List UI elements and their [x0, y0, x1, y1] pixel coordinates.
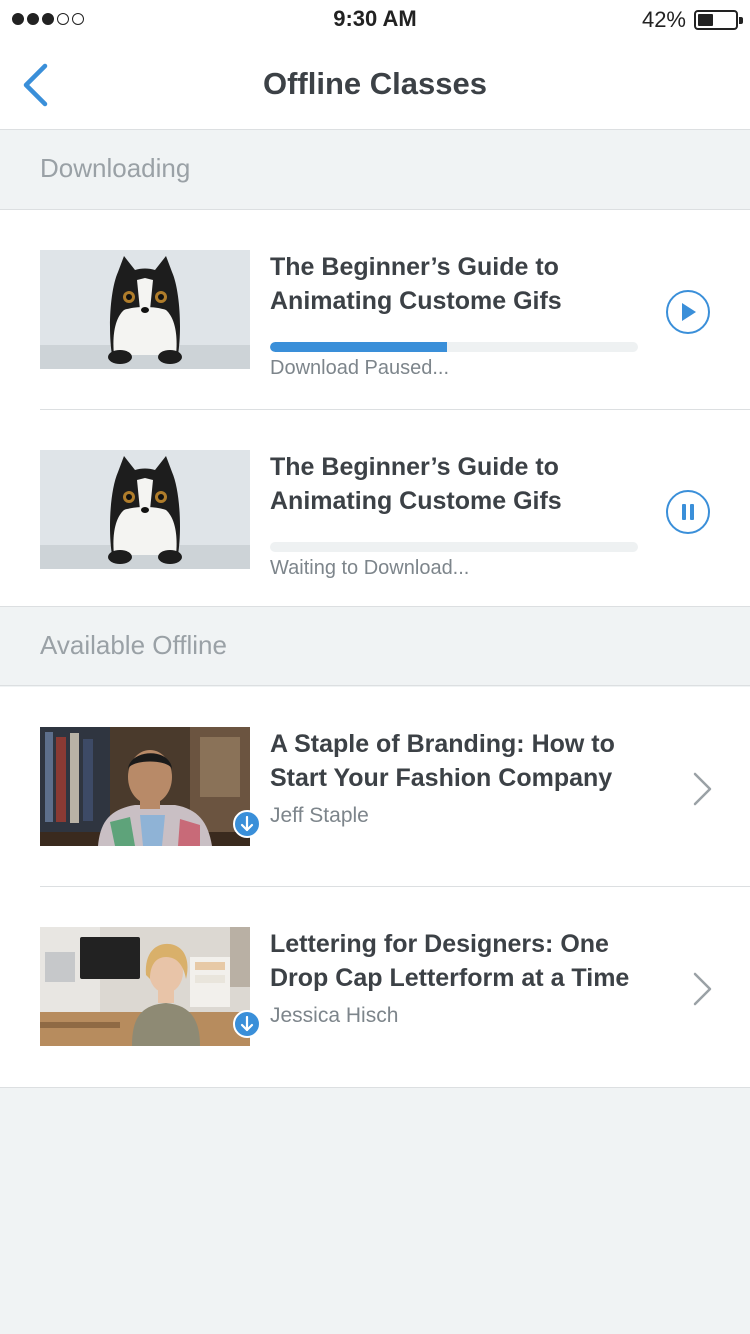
- download-status: Waiting to Download...: [270, 557, 470, 579]
- class-thumbnail: [40, 250, 250, 369]
- download-progress-bar: [270, 342, 638, 352]
- download-arrow-icon: [240, 816, 254, 832]
- section-header-available-offline: Available Offline: [0, 606, 750, 686]
- available-offline-list: A Staple of Branding: How to Start Your …: [0, 687, 750, 1088]
- class-title: A Staple of Branding: How to Start Your …: [270, 730, 615, 792]
- resume-download-button[interactable]: [666, 290, 710, 334]
- class-thumbnail: [40, 927, 250, 1046]
- class-author: Jeff Staple: [270, 804, 369, 827]
- pause-icon: [682, 504, 694, 520]
- downloaded-badge: [233, 1010, 261, 1038]
- class-title: The Beginner’s Guide to Animating Custom…: [270, 453, 562, 515]
- battery-percent: 42%: [641, 7, 686, 32]
- chevron-right-icon[interactable]: [690, 971, 714, 1007]
- list-item[interactable]: The Beginner’s Guide to Animating Custom…: [0, 410, 750, 610]
- downloading-list: The Beginner’s Guide to Animating Custom…: [0, 210, 750, 610]
- battery-indicator: 42%: [641, 7, 743, 33]
- class-author: Jessica Hisch: [270, 1004, 399, 1027]
- class-title: Lettering for Designers: One Drop Cap Le…: [270, 930, 630, 992]
- chevron-right-icon[interactable]: [690, 771, 714, 807]
- download-arrow-icon: [240, 1016, 254, 1032]
- page-title: Offline Classes: [263, 66, 487, 101]
- download-progress-bar: [270, 542, 638, 552]
- status-bar: 9:30 AM 42%: [0, 0, 750, 40]
- section-title: Available Offline: [40, 630, 227, 660]
- section-header-downloading: Downloading: [0, 130, 750, 210]
- list-item[interactable]: A Staple of Branding: How to Start Your …: [0, 687, 750, 887]
- class-title: The Beginner’s Guide to Animating Custom…: [270, 253, 562, 315]
- list-item[interactable]: The Beginner’s Guide to Animating Custom…: [0, 210, 750, 410]
- class-thumbnail: [40, 450, 250, 569]
- navigation-bar: Offline Classes: [0, 40, 750, 130]
- play-icon: [682, 303, 696, 321]
- class-thumbnail: [40, 727, 250, 846]
- downloaded-badge: [233, 810, 261, 838]
- download-progress-fill: [270, 342, 447, 352]
- status-time: 9:30 AM: [333, 6, 417, 31]
- battery-icon: [694, 10, 743, 30]
- pause-download-button[interactable]: [666, 490, 710, 534]
- section-title: Downloading: [40, 153, 191, 183]
- download-status: Download Paused...: [270, 357, 450, 379]
- list-item[interactable]: Lettering for Designers: One Drop Cap Le…: [0, 887, 750, 1087]
